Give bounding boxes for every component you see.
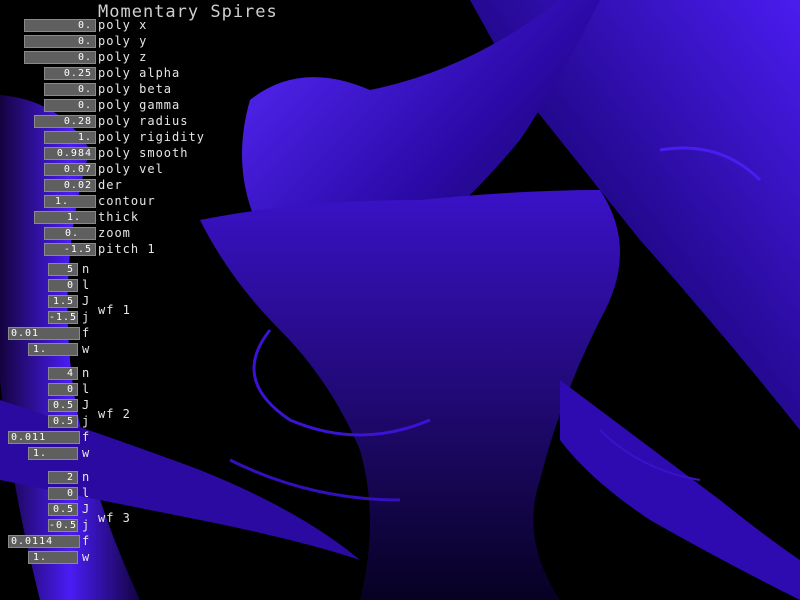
wf-value-field[interactable]: 4 xyxy=(48,367,78,380)
parameter-panel: Momentary Spires 0. poly x 0. poly y 0. poly … xyxy=(0,0,300,600)
wf-value-field[interactable]: 0.5 xyxy=(48,399,78,412)
wf-field-label: j xyxy=(82,518,91,532)
param-row: 0.07 poly vel xyxy=(0,162,300,177)
param-value-field[interactable]: 0. xyxy=(44,227,96,240)
param-row: 0. zoom xyxy=(0,226,300,241)
param-row: 0.984 poly smooth xyxy=(0,146,300,161)
wf-value-field[interactable]: 0.5 xyxy=(48,415,78,428)
param-row: 0. poly y xyxy=(0,34,300,49)
wf-value-field[interactable]: 0 xyxy=(48,383,78,396)
wf-value-field[interactable]: 1. xyxy=(28,551,78,564)
param-value-field[interactable]: 0.25 xyxy=(44,67,96,80)
param-row: 0.02 der xyxy=(0,178,300,193)
param-label: poly x xyxy=(98,18,148,32)
param-label: poly alpha xyxy=(98,66,181,80)
wf-field-label: f xyxy=(82,326,91,340)
param-row: 0. poly z xyxy=(0,50,300,65)
wf-value-field[interactable]: 0 xyxy=(48,487,78,500)
wf-value-field[interactable]: 0.0114 xyxy=(8,535,80,548)
wf-field-label: w xyxy=(82,342,91,356)
param-value-field[interactable]: 0.984 xyxy=(44,147,96,160)
param-value-field[interactable]: 1. xyxy=(44,131,96,144)
param-value-field[interactable]: 0. xyxy=(24,51,96,64)
param-label: poly radius xyxy=(98,114,189,128)
wf-value-field[interactable]: 0 xyxy=(48,279,78,292)
param-value-field[interactable]: 1. xyxy=(44,195,96,208)
param-label: poly y xyxy=(98,34,148,48)
param-label: poly gamma xyxy=(98,98,181,112)
wf-field-label: J xyxy=(82,502,91,516)
param-value-field[interactable]: 0. xyxy=(24,19,96,32)
param-row: 1. contour xyxy=(0,194,300,209)
param-row: 0.25 poly alpha xyxy=(0,66,300,81)
wf-value-field[interactable]: 0.01 xyxy=(8,327,80,340)
param-value-field[interactable]: 0.07 xyxy=(44,163,96,176)
wf-field-label: J xyxy=(82,398,91,412)
wf-field-label: l xyxy=(82,278,91,292)
wf-field-label: l xyxy=(82,382,91,396)
wf-value-field[interactable]: 2 xyxy=(48,471,78,484)
wf-value-field[interactable]: -0.5 xyxy=(48,519,78,532)
wf-value-field[interactable]: 1.5 xyxy=(48,295,78,308)
wf-field-label: f xyxy=(82,534,91,548)
param-row: 1. thick xyxy=(0,210,300,225)
param-label: poly beta xyxy=(98,82,173,96)
wf-field-label: l xyxy=(82,486,91,500)
param-row: 0. poly gamma xyxy=(0,98,300,113)
param-value-field[interactable]: 0. xyxy=(44,99,96,112)
param-value-field[interactable]: 0.28 xyxy=(34,115,96,128)
wf-value-field[interactable]: -1.5 xyxy=(48,311,78,324)
param-row: 0.28 poly radius xyxy=(0,114,300,129)
wf-field-label: n xyxy=(82,470,91,484)
param-label: poly z xyxy=(98,50,148,64)
param-value-field[interactable]: 0. xyxy=(44,83,96,96)
param-label: der xyxy=(98,178,123,192)
wf-group-title: wf 3 xyxy=(98,511,131,525)
wf-field-label: f xyxy=(82,430,91,444)
param-label: zoom xyxy=(98,226,131,240)
param-row: -1.5 pitch 1 xyxy=(0,242,300,257)
param-value-field[interactable]: 0.02 xyxy=(44,179,96,192)
wf-field-label: j xyxy=(82,414,91,428)
param-row: 0. poly beta xyxy=(0,82,300,97)
wf-value-field[interactable]: 5 xyxy=(48,263,78,276)
wf-field-label: J xyxy=(82,294,91,308)
wf-group-title: wf 1 xyxy=(98,303,131,317)
param-label: thick xyxy=(98,210,140,224)
wf-field-label: n xyxy=(82,262,91,276)
param-label: pitch 1 xyxy=(98,242,156,256)
wf-value-field[interactable]: 0.5 xyxy=(48,503,78,516)
wf-value-field[interactable]: 0.011 xyxy=(8,431,80,444)
wf-field-label: n xyxy=(82,366,91,380)
param-value-field[interactable]: 0. xyxy=(24,35,96,48)
param-label: poly smooth xyxy=(98,146,189,160)
param-value-field[interactable]: -1.5 xyxy=(44,243,96,256)
wf-group-title: wf 2 xyxy=(98,407,131,421)
wf-value-field[interactable]: 1. xyxy=(28,343,78,356)
wf-field-label: w xyxy=(82,446,91,460)
param-row: 0. poly x xyxy=(0,18,300,33)
param-label: poly vel xyxy=(98,162,164,176)
wf-field-label: j xyxy=(82,310,91,324)
param-row: 1. poly rigidity xyxy=(0,130,300,145)
param-value-field[interactable]: 1. xyxy=(34,211,96,224)
param-label: poly rigidity xyxy=(98,130,205,144)
param-label: contour xyxy=(98,194,156,208)
wf-field-label: w xyxy=(82,550,91,564)
wf-value-field[interactable]: 1. xyxy=(28,447,78,460)
